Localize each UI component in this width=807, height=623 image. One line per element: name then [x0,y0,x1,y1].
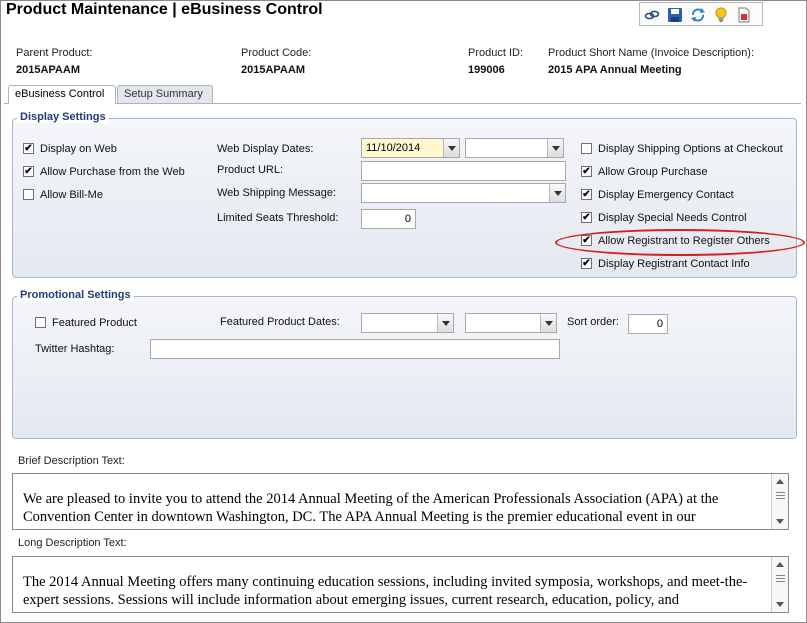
tab-setup-summary[interactable]: Setup Summary [117,85,213,103]
sort-order-label: Sort order: [567,316,619,328]
allow-purchase-web-label: Allow Purchase from the Web [40,166,185,178]
display-special-needs-checkbox[interactable]: ✔ [581,212,592,223]
allow-group-purchase-label: Allow Group Purchase [598,166,708,178]
display-registrant-contact-checkbox[interactable]: ✔ [581,258,592,269]
long-description-textarea[interactable]: The 2014 Annual Meeting offers many cont… [12,556,789,613]
product-id-label: Product ID: [468,47,524,59]
limited-seats-input[interactable]: 0 [361,209,416,229]
long-description-scrollbar[interactable] [771,557,788,612]
web-shipping-message-dropdown[interactable] [549,184,565,202]
parent-product-value: 2015APAAM [16,64,80,76]
highlight-ellipse [555,229,805,256]
allow-bill-me-label: Allow Bill-Me [40,189,103,201]
display-emergency-contact-checkbox[interactable]: ✔ [581,189,592,200]
display-emergency-contact-label: Display Emergency Contact [598,189,734,201]
sort-order-input[interactable]: 0 [628,314,668,334]
featured-end-date[interactable] [465,313,557,333]
featured-product-label: Featured Product [52,317,137,329]
display-settings-legend: Display Settings [17,111,109,123]
brief-description-text: We are pleased to invite you to attend t… [23,491,719,525]
scroll-up-icon[interactable] [776,479,784,484]
product-id-value: 199006 [468,64,505,76]
brief-description-label: Brief Description Text: [18,455,125,467]
web-display-start-date[interactable]: 11/10/2014 [361,138,460,158]
long-description-text: The 2014 Annual Meeting offers many cont… [23,574,748,608]
link-icon[interactable] [644,7,660,23]
allow-purchase-web-checkbox[interactable]: ✔ [23,166,34,177]
web-display-dates-label: Web Display Dates: [217,143,314,155]
toolbar [639,2,763,26]
allow-bill-me-checkbox[interactable] [23,189,34,200]
scroll-grip-icon[interactable] [776,575,785,582]
refresh-icon[interactable] [690,7,706,23]
web-display-start-value: 11/10/2014 [366,142,421,154]
limited-seats-label: Limited Seats Threshold: [217,212,339,224]
save-icon[interactable] [667,7,683,23]
product-url-label: Product URL: [217,164,284,176]
display-registrant-contact-label: Display Registrant Contact Info [598,258,750,270]
featured-end-dropdown[interactable] [540,314,556,332]
promotional-settings-legend: Promotional Settings [17,289,134,301]
product-url-input[interactable] [361,161,566,181]
brief-description-scrollbar[interactable] [771,474,788,529]
display-on-web-label: Display on Web [40,143,117,155]
web-display-end-dropdown[interactable] [547,139,563,157]
web-shipping-message-label: Web Shipping Message: [217,187,337,199]
product-code-value: 2015APAAM [241,64,305,76]
display-shipping-options-label: Display Shipping Options at Checkout [598,143,783,155]
featured-start-date[interactable] [361,313,454,333]
web-shipping-message-select[interactable] [361,183,566,203]
short-name-label: Product Short Name (Invoice Description)… [548,47,755,59]
featured-product-checkbox[interactable] [35,317,46,328]
scroll-down-icon[interactable] [776,519,784,524]
display-shipping-options-checkbox[interactable] [581,143,592,154]
scroll-down-icon[interactable] [776,602,784,607]
short-name-value: 2015 APA Annual Meeting [548,64,682,76]
parent-product-label: Parent Product: [16,47,93,59]
scroll-grip-icon[interactable] [776,492,785,499]
web-display-start-dropdown[interactable] [443,139,459,157]
display-special-needs-label: Display Special Needs Control [598,212,747,224]
allow-group-purchase-checkbox[interactable]: ✔ [581,166,592,177]
long-description-label: Long Description Text: [18,537,127,549]
page-title: Product Maintenance | eBusiness Control [6,1,323,18]
featured-start-dropdown[interactable] [437,314,453,332]
twitter-hashtag-label: Twitter Hashtag: [35,343,115,355]
twitter-hashtag-input[interactable] [150,339,560,359]
brief-description-textarea[interactable]: We are pleased to invite you to attend t… [12,473,789,530]
web-display-end-date[interactable] [465,138,564,158]
document-icon[interactable] [736,7,752,23]
featured-dates-label: Featured Product Dates: [220,316,340,328]
display-on-web-checkbox[interactable]: ✔ [23,143,34,154]
lightbulb-icon[interactable] [713,7,729,23]
tab-ebusiness-control[interactable]: eBusiness Control [8,85,116,104]
scroll-up-icon[interactable] [776,562,784,567]
product-code-label: Product Code: [241,47,312,59]
